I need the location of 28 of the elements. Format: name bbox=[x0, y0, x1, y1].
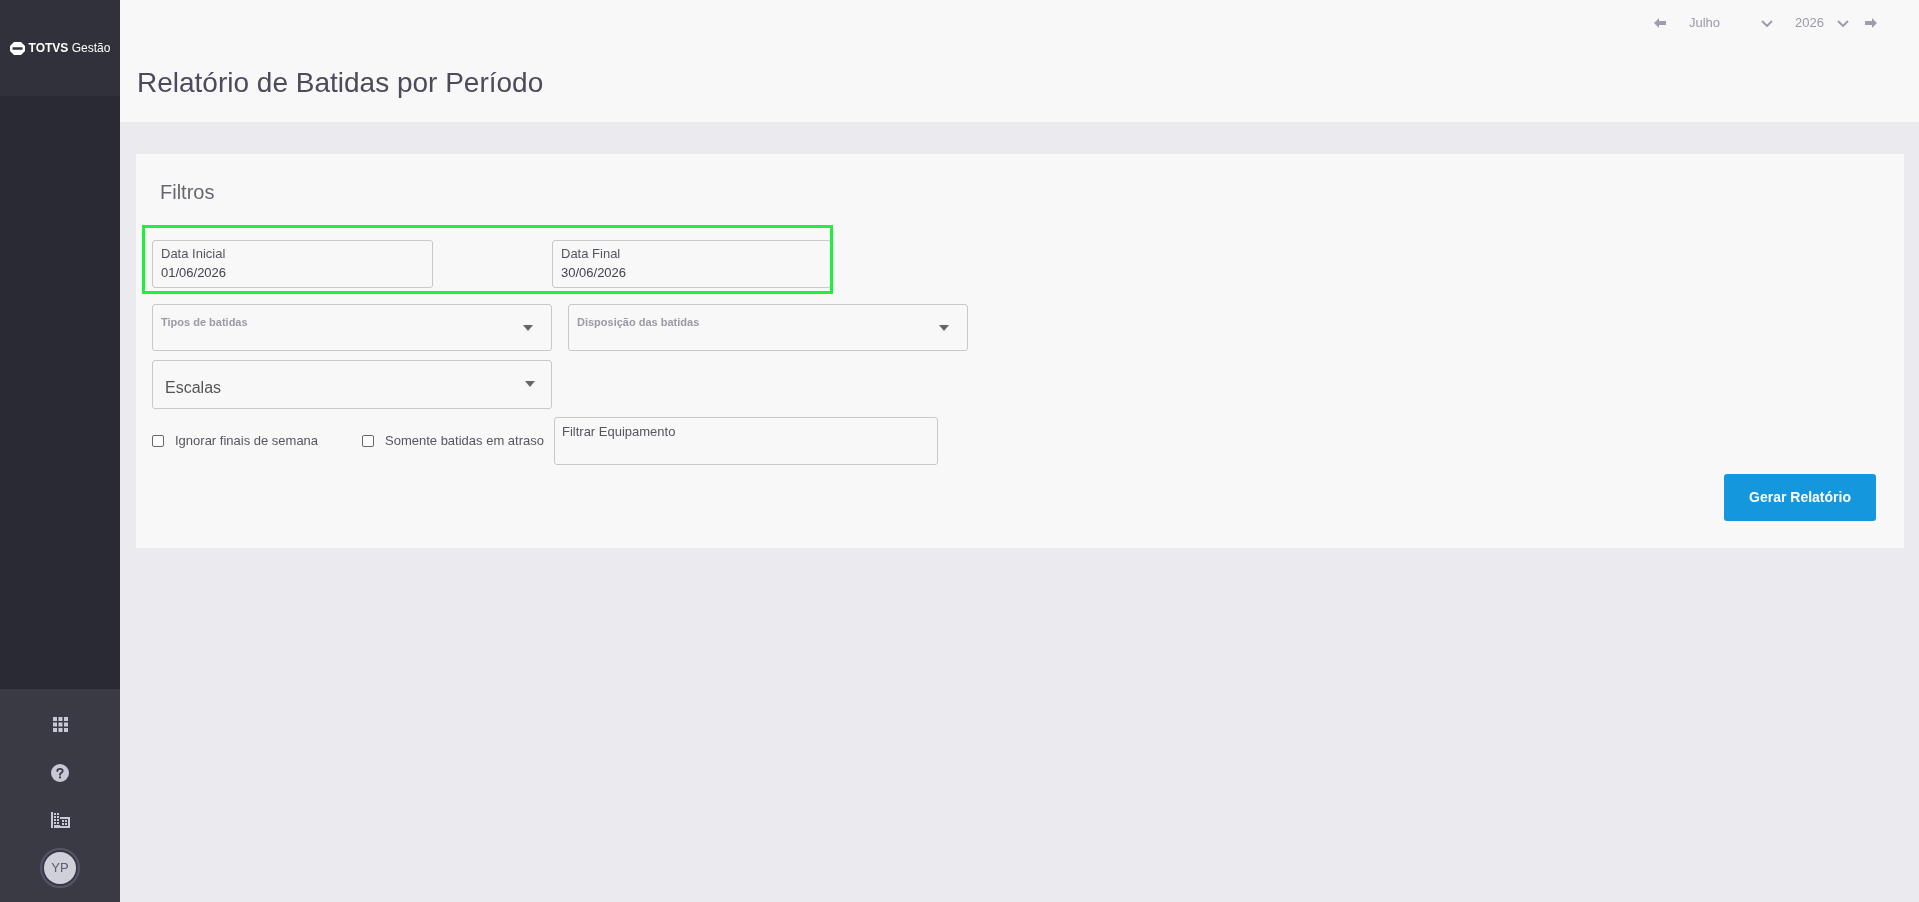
checkbox-label: Somente batidas em atraso bbox=[385, 432, 544, 451]
help-icon[interactable] bbox=[51, 764, 69, 782]
generate-report-button[interactable]: Gerar Relatório bbox=[1724, 474, 1876, 521]
caret-down-icon bbox=[939, 325, 949, 331]
checkbox[interactable] bbox=[362, 435, 374, 447]
section-title: Filtros bbox=[160, 180, 215, 204]
text-field[interactable]: Filtrar Equipamento bbox=[554, 417, 938, 465]
chevron-down-icon bbox=[1837, 19, 1849, 27]
field-label: Disposição das batidas bbox=[577, 315, 700, 329]
apps-grid-icon[interactable] bbox=[52, 717, 68, 732]
building-icon[interactable] bbox=[50, 812, 70, 828]
year-dropdown[interactable]: 2026 bbox=[1795, 13, 1849, 33]
month-dropdown[interactable]: Julho bbox=[1689, 13, 1773, 33]
logo-icon bbox=[9, 41, 25, 55]
field-label: Tipos de batidas bbox=[161, 315, 248, 329]
dropdown-field[interactable]: Escalas bbox=[152, 360, 552, 409]
chevron-down-icon bbox=[1761, 19, 1773, 27]
caret-down-icon bbox=[523, 325, 533, 331]
dropdown-field[interactable]: Tipos de batidas bbox=[152, 304, 552, 351]
checkbox[interactable] bbox=[152, 435, 164, 447]
page-title: Relatório de Batidas por Período bbox=[137, 66, 544, 100]
dropdown-field[interactable]: Disposição das batidas bbox=[568, 304, 968, 351]
avatar[interactable]: YP bbox=[40, 848, 80, 888]
field-label: Data Final bbox=[561, 245, 621, 262]
caret-down-icon bbox=[525, 381, 535, 387]
field-label: Data Inicial bbox=[161, 245, 226, 262]
checkbox-label: Ignorar finais de semana bbox=[175, 432, 319, 451]
logo-text: TOTVS Gestão bbox=[28, 40, 111, 57]
